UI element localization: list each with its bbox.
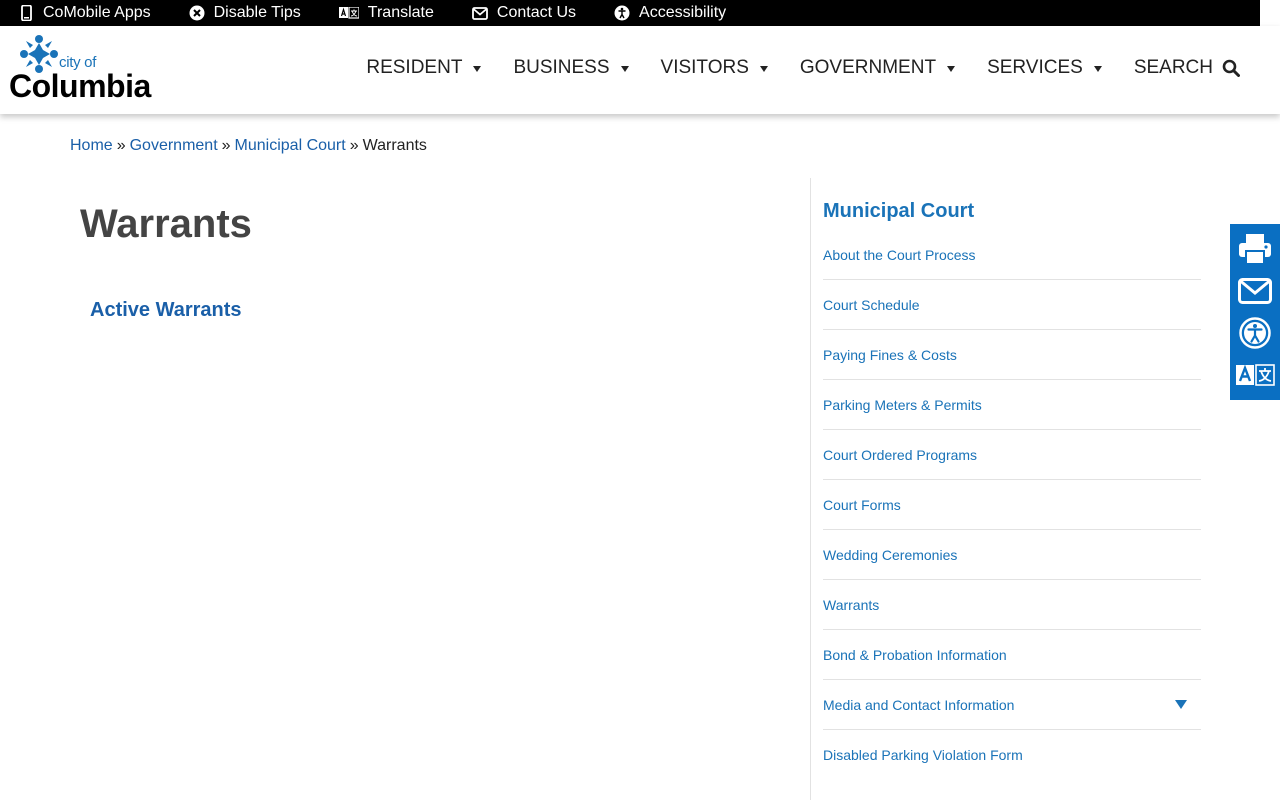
- breadcrumb-separator: »: [221, 137, 231, 154]
- accessibility-button[interactable]: [1235, 314, 1275, 352]
- nav-business[interactable]: BUSINESS: [513, 57, 629, 79]
- sidebar: Municipal Court About the Court Process …: [810, 178, 1201, 800]
- sidebar-item-media-contact[interactable]: Media and Contact Information: [823, 680, 1201, 730]
- breadcrumb-government[interactable]: Government: [130, 137, 218, 154]
- site-header: city of Columbia RESIDENT BUSINESS VISIT…: [0, 26, 1280, 114]
- envelope-icon: [471, 5, 488, 21]
- expand-triangle-icon[interactable]: [1175, 700, 1187, 709]
- sidebar-item-wedding-ceremonies[interactable]: Wedding Ceremonies: [823, 530, 1201, 580]
- caret-down-icon: [947, 66, 956, 72]
- caret-down-icon: [759, 66, 768, 72]
- print-button[interactable]: [1235, 230, 1275, 268]
- accessibility-icon: [1239, 317, 1271, 349]
- page-title: Warrants: [80, 202, 252, 246]
- sidebar-item-court-ordered-programs[interactable]: Court Ordered Programs: [823, 430, 1201, 480]
- comobile-apps-link[interactable]: CoMobile Apps: [18, 4, 151, 22]
- close-circle-icon: [189, 5, 205, 21]
- disable-tips-label: Disable Tips: [213, 4, 301, 21]
- accessibility-label: Accessibility: [639, 4, 727, 21]
- sidebar-item-label: Warrants: [823, 596, 880, 613]
- sidebar-item-label: Court Ordered Programs: [823, 446, 978, 463]
- contact-us-label: Contact Us: [496, 4, 577, 21]
- caret-down-icon: [1093, 66, 1102, 72]
- logo-columbia: Columbia: [9, 68, 151, 104]
- nav-government-label: GOVERNMENT: [799, 57, 937, 78]
- nav-visitors[interactable]: VISITORS: [661, 57, 768, 79]
- sidebar-item-label: Paying Fines & Costs: [823, 346, 957, 363]
- accessibility-link[interactable]: Accessibility: [614, 4, 726, 22]
- translate-button[interactable]: [1235, 356, 1275, 394]
- sidebar-item-warrants[interactable]: Warrants: [823, 580, 1201, 630]
- nav-search-label: SEARCH: [1133, 57, 1213, 78]
- search-icon: [1222, 59, 1240, 77]
- email-icon: [1238, 278, 1272, 304]
- nav-services-label: SERVICES: [987, 57, 1083, 78]
- sidebar-item-about-court-process[interactable]: About the Court Process: [823, 230, 1201, 280]
- breadcrumb-current: Warrants: [362, 137, 427, 154]
- sidebar-item-label: Parking Meters & Permits: [823, 396, 982, 413]
- breadcrumb-separator: »: [349, 137, 359, 154]
- nav-search[interactable]: SEARCH: [1134, 57, 1240, 79]
- accessibility-icon: [614, 5, 630, 21]
- breadcrumb: Home» Government» Municipal Court» Warrants: [70, 137, 427, 155]
- nav-visitors-label: VISITORS: [660, 57, 749, 78]
- breadcrumb-municipal-court[interactable]: Municipal Court: [235, 137, 346, 154]
- contact-us-link[interactable]: Contact Us: [471, 4, 577, 22]
- email-button[interactable]: [1235, 272, 1275, 310]
- sidebar-item-bond-probation[interactable]: Bond & Probation Information: [823, 630, 1201, 680]
- city-logo[interactable]: city of Columbia: [9, 32, 154, 102]
- breadcrumb-home[interactable]: Home: [70, 137, 113, 154]
- sidebar-item-paying-fines[interactable]: Paying Fines & Costs: [823, 330, 1201, 380]
- sidebar-item-parking-meters[interactable]: Parking Meters & Permits: [823, 380, 1201, 430]
- sidebar-item-label: Wedding Ceremonies: [823, 546, 958, 563]
- sidebar-item-disabled-parking-form[interactable]: Disabled Parking Violation Form: [823, 730, 1201, 780]
- sidebar-title[interactable]: Municipal Court: [823, 200, 974, 223]
- nav-resident[interactable]: RESIDENT: [366, 57, 482, 79]
- translate-icon: [338, 5, 359, 21]
- translate-link[interactable]: Translate: [338, 4, 434, 22]
- main-navigation: RESIDENT BUSINESS VISITORS GOVERNMENT SE…: [334, 57, 1240, 79]
- tool-rail: [1230, 224, 1280, 400]
- sidebar-list: About the Court Process Court Schedule P…: [823, 230, 1201, 780]
- nav-services[interactable]: SERVICES: [987, 57, 1102, 79]
- print-icon: [1239, 234, 1271, 265]
- nav-resident-label: RESIDENT: [366, 57, 463, 78]
- sidebar-item-label: Court Forms: [823, 496, 901, 513]
- breadcrumb-separator: »: [116, 137, 126, 154]
- sidebar-item-label: Media and Contact Information: [823, 696, 1015, 713]
- sidebar-item-label: Court Schedule: [823, 296, 920, 313]
- mobile-phone-icon: [18, 5, 34, 21]
- nav-government[interactable]: GOVERNMENT: [799, 57, 956, 79]
- sidebar-item-court-forms[interactable]: Court Forms: [823, 480, 1201, 530]
- sidebar-item-court-schedule[interactable]: Court Schedule: [823, 280, 1201, 330]
- caret-down-icon: [473, 66, 482, 72]
- sidebar-item-label: Bond & Probation Information: [823, 646, 1007, 663]
- translate-icon: [1236, 364, 1275, 386]
- sidebar-item-label: About the Court Process: [823, 246, 976, 263]
- disable-tips-link[interactable]: Disable Tips: [189, 4, 301, 22]
- caret-down-icon: [620, 66, 629, 72]
- nav-business-label: BUSINESS: [513, 57, 610, 78]
- utility-bar: CoMobile Apps Disable Tips Translate Con…: [0, 0, 1260, 26]
- sidebar-item-label: Disabled Parking Violation Form: [823, 747, 1023, 763]
- translate-label: Translate: [367, 4, 434, 21]
- active-warrants-link[interactable]: Active Warrants: [90, 299, 242, 322]
- comobile-apps-label: CoMobile Apps: [43, 4, 151, 21]
